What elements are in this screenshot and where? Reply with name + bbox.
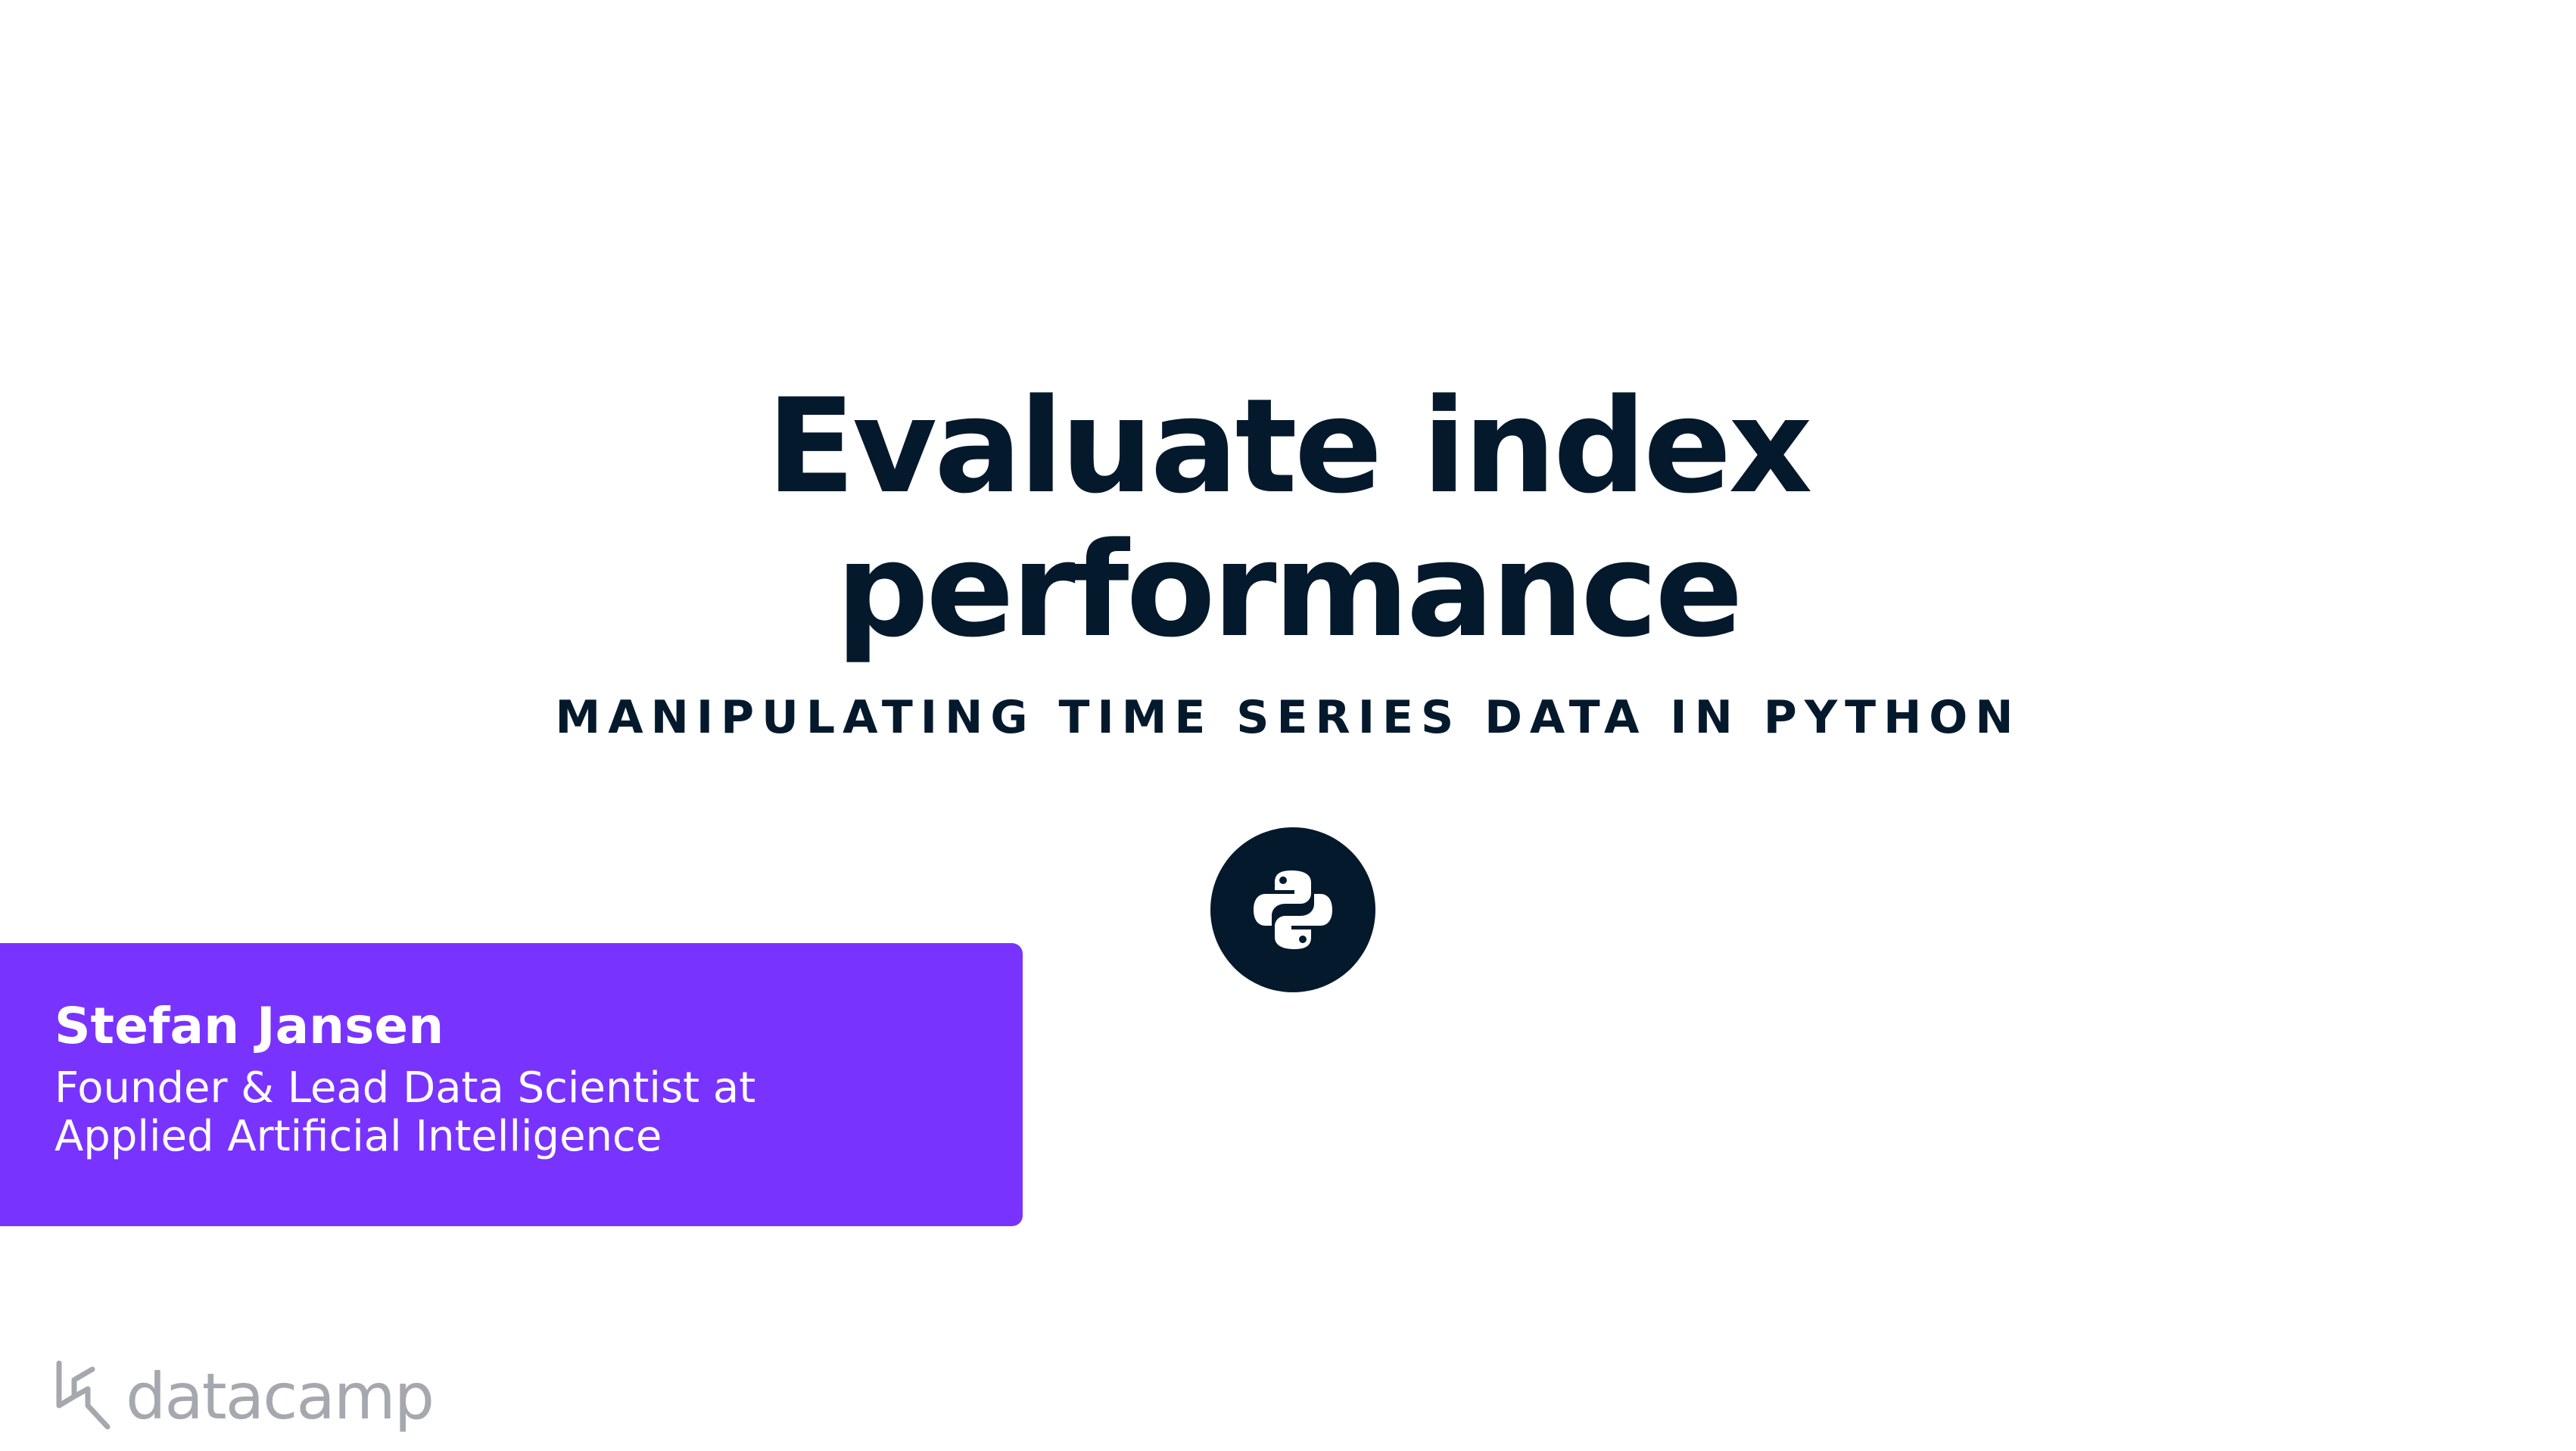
instructor-role-line: Applied Artificial Intelligence xyxy=(55,1112,662,1161)
slide-title: Evaluate index performance xyxy=(0,375,2576,662)
datacamp-wordmark: datacamp xyxy=(126,1359,435,1434)
python-logo-icon xyxy=(1254,870,1332,949)
slide-title-line: performance xyxy=(836,514,1743,666)
datacamp-brand: datacamp xyxy=(55,1355,435,1438)
instructor-name: Stefan Jansen xyxy=(55,997,444,1055)
course-name: MANIPULATING TIME SERIES DATA IN PYTHON xyxy=(555,691,2021,744)
instructor-role: Founder & Lead Data Scientist at Applied… xyxy=(55,1064,1023,1161)
slide-title-line: Evaluate index xyxy=(766,370,1812,522)
instructor-role-line: Founder & Lead Data Scientist at xyxy=(55,1063,756,1113)
datacamp-logo-icon xyxy=(56,1360,111,1430)
instructor-card: Stefan Jansen Founder & Lead Data Scient… xyxy=(0,943,1023,1226)
python-badge xyxy=(1210,827,1375,992)
